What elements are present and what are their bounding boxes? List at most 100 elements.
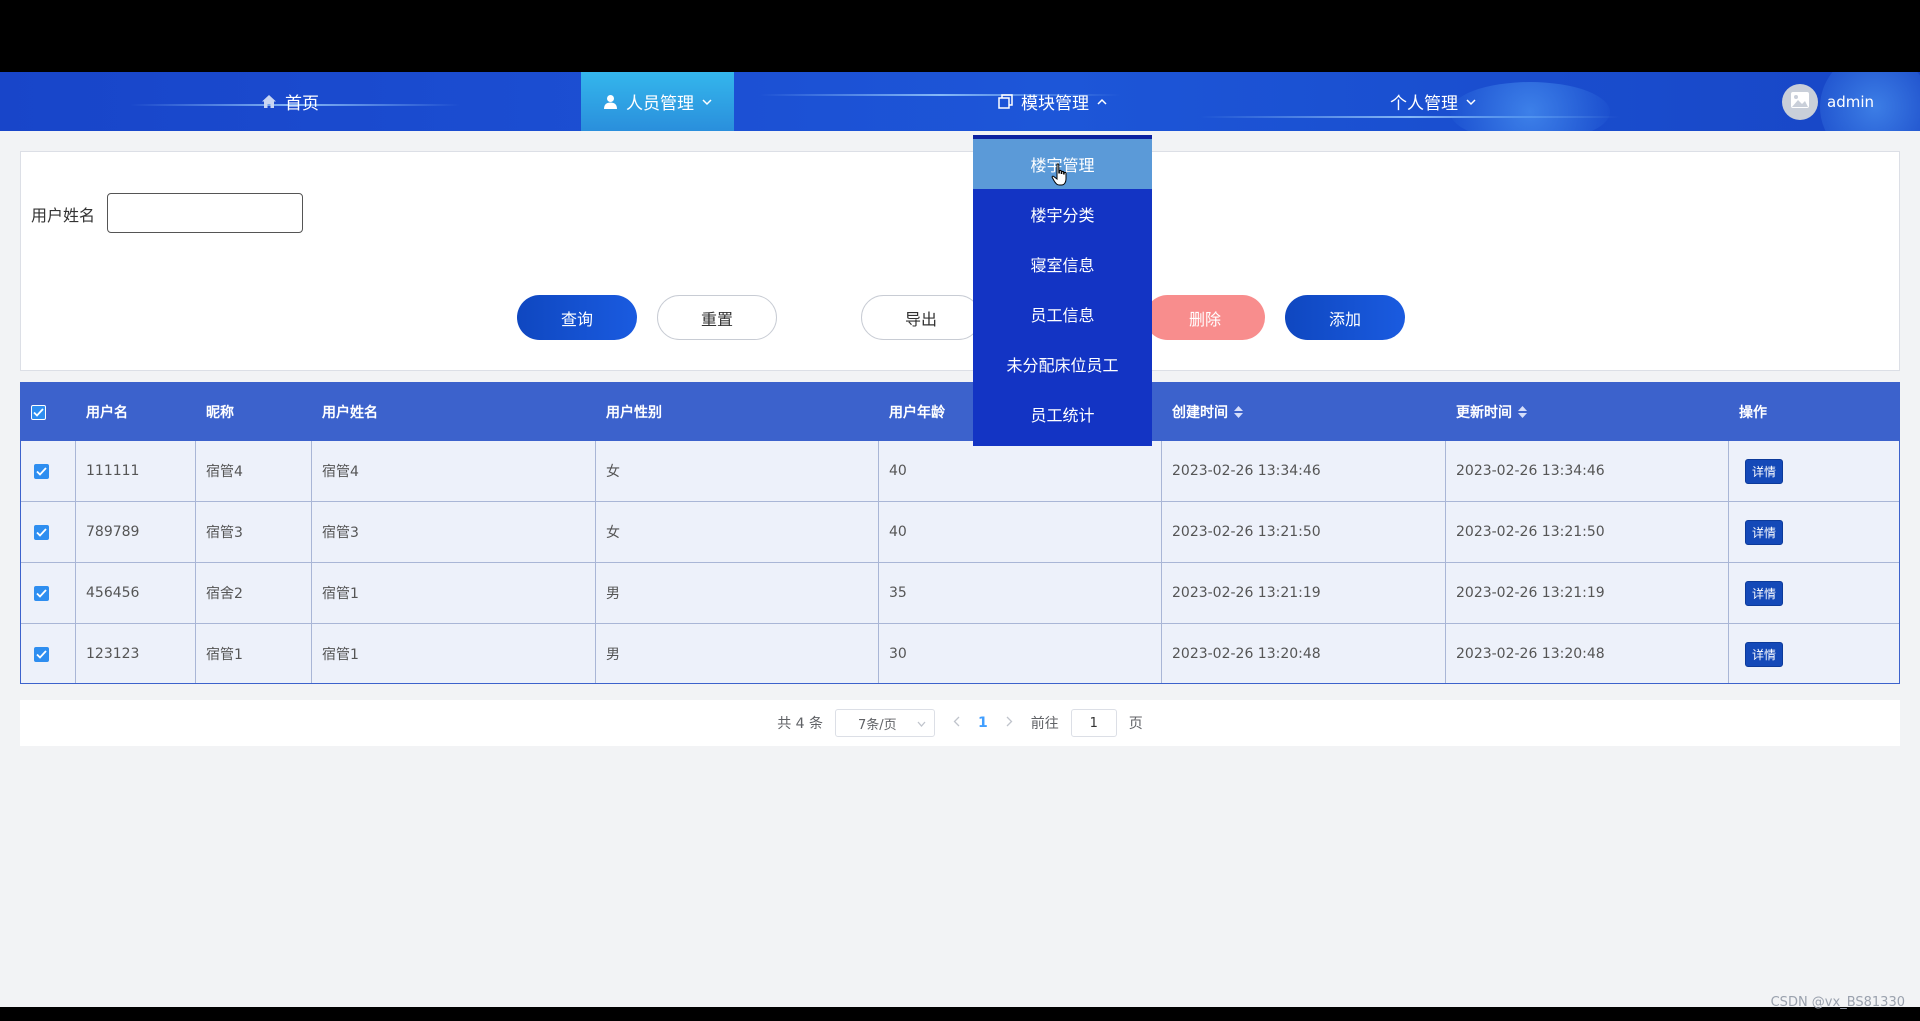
bottom-black-bar: [0, 1007, 1920, 1021]
cell-gender: 女: [606, 525, 620, 541]
delete-button[interactable]: 删除: [1145, 295, 1265, 340]
avatar[interactable]: [1782, 84, 1818, 120]
cell-updated-time: 2023-02-26 13:21:50: [1456, 524, 1605, 540]
header-created-label: 创建时间: [1172, 405, 1228, 421]
cell-created-time: 2023-02-26 13:21:50: [1172, 524, 1321, 540]
checkbox-checked-icon: [34, 585, 49, 601]
cell-age: 35: [889, 585, 907, 601]
user-table: 用户名 昵称 用户姓名 用户性别 用户年龄 创建时间 更新时间 操作 11111…: [20, 382, 1900, 684]
header-created-time[interactable]: 创建时间: [1172, 383, 1243, 441]
cell-updated-time: 2023-02-26 13:34:46: [1456, 463, 1605, 479]
header-actions: 操作: [1739, 405, 1767, 421]
table-row[interactable]: 456456 宿舍2 宿管1 男 35 2023-02-26 13:21:19 …: [21, 563, 1899, 624]
nav-modules-label: 模块管理: [1021, 94, 1089, 114]
cell-created-time: 2023-02-26 13:34:46: [1172, 463, 1321, 479]
pagination: 共 4 条 7条/页 1 前往 1 页: [20, 700, 1900, 746]
row-checkbox[interactable]: [34, 441, 49, 501]
prev-page-icon[interactable]: [953, 715, 960, 731]
main-content: 用户姓名 查询 重置 导出 删除 添加 用户名 昵称 用户姓名 用户性别 用户年…: [0, 131, 1920, 1007]
watermark: CSDN @vx_BS81330: [1770, 995, 1905, 1010]
next-page-icon[interactable]: [1006, 715, 1013, 731]
header-nickname: 昵称: [206, 405, 234, 421]
chevron-down-icon: [1466, 98, 1476, 106]
cell-actions: 详情: [1745, 441, 1784, 501]
checkbox-checked-icon: [31, 404, 46, 420]
menu-item-employee-statistics[interactable]: 员工统计: [973, 389, 1152, 439]
nav-module-management[interactable]: 模块管理: [990, 72, 1115, 131]
detail-button[interactable]: 详情: [1745, 580, 1784, 606]
cell-real-name: 宿管1: [322, 586, 359, 602]
cell-actions: 详情: [1745, 563, 1784, 623]
nav-home-label: 首页: [285, 94, 319, 114]
query-button[interactable]: 查询: [517, 295, 637, 340]
checkbox-checked-icon: [34, 463, 49, 479]
menu-item-building-category[interactable]: 楼宇分类: [973, 189, 1152, 239]
chevron-up-icon: [1097, 98, 1107, 106]
cell-age: 40: [889, 524, 907, 540]
nav-personal-management[interactable]: 个人管理: [1378, 72, 1488, 131]
header-updated-time[interactable]: 更新时间: [1456, 383, 1527, 441]
row-checkbox[interactable]: [34, 563, 49, 623]
hand-cursor-icon: [1051, 163, 1069, 191]
cell-updated-time: 2023-02-26 13:20:48: [1456, 646, 1605, 662]
image-icon: [1790, 91, 1810, 113]
cell-gender: 男: [606, 647, 620, 663]
detail-button[interactable]: 详情: [1745, 641, 1784, 667]
header-username: 用户名: [86, 405, 128, 421]
goto-prefix: 前往: [1030, 716, 1059, 732]
user-menu[interactable]: admin: [1782, 84, 1874, 120]
page-size-select[interactable]: 7条/页: [835, 709, 936, 737]
page-number[interactable]: 1: [978, 715, 988, 731]
cell-nickname: 宿管4: [206, 464, 243, 480]
row-checkbox[interactable]: [34, 624, 49, 684]
cell-age: 30: [889, 646, 907, 662]
table-row[interactable]: 111111 宿管4 宿管4 女 40 2023-02-26 13:34:46 …: [21, 441, 1899, 502]
header-updated-label: 更新时间: [1456, 405, 1512, 421]
cell-actions: 详情: [1745, 502, 1784, 562]
checkbox-checked-icon: [34, 524, 49, 540]
home-icon: [261, 94, 277, 109]
checkbox-checked-icon: [34, 646, 49, 662]
nav-home[interactable]: 首页: [240, 72, 340, 131]
sort-icon[interactable]: [1234, 406, 1243, 418]
detail-button[interactable]: 详情: [1745, 458, 1784, 484]
detail-button[interactable]: 详情: [1745, 519, 1784, 545]
table-row[interactable]: 789789 宿管3 宿管3 女 40 2023-02-26 13:21:50 …: [21, 502, 1899, 563]
chevron-down-icon: [702, 98, 712, 106]
page-size-value: 7条/页: [858, 717, 897, 733]
cell-real-name: 宿管4: [322, 464, 359, 480]
cell-username: 123123: [86, 646, 140, 662]
copy-icon: [998, 94, 1013, 109]
sort-icon[interactable]: [1518, 406, 1527, 418]
table-header: 用户名 昵称 用户姓名 用户性别 用户年龄 创建时间 更新时间 操作: [21, 383, 1899, 441]
cell-username: 456456: [86, 585, 140, 601]
select-all-checkbox[interactable]: [31, 383, 46, 441]
export-button[interactable]: 导出: [861, 295, 981, 340]
add-button[interactable]: 添加: [1285, 295, 1405, 340]
goto-page-input[interactable]: 1: [1070, 709, 1117, 737]
nav-people-management[interactable]: 人员管理: [581, 72, 734, 131]
pager-total: 共 4 条: [777, 716, 824, 732]
cell-age: 40: [889, 463, 907, 479]
menu-item-dorm-info[interactable]: 寝室信息: [973, 239, 1152, 289]
user-name-input[interactable]: [107, 193, 303, 233]
search-panel: 用户姓名 查询 重置 导出 删除 添加: [20, 151, 1900, 371]
cell-nickname: 宿管1: [206, 647, 243, 663]
cell-username: 111111: [86, 463, 140, 479]
cell-actions: 详情: [1745, 624, 1784, 684]
search-label: 用户姓名: [31, 206, 96, 225]
table-row[interactable]: 123123 宿管1 宿管1 男 30 2023-02-26 13:20:48 …: [21, 624, 1899, 685]
chevron-down-icon: [917, 716, 926, 731]
menu-item-unassigned-employees[interactable]: 未分配床位员工: [973, 339, 1152, 389]
cell-nickname: 宿舍2: [206, 586, 243, 602]
header-age: 用户年龄: [889, 405, 945, 421]
reset-button[interactable]: 重置: [657, 295, 777, 340]
header-real-name: 用户姓名: [322, 405, 378, 421]
cell-created-time: 2023-02-26 13:21:19: [1172, 585, 1321, 601]
cell-gender: 女: [606, 464, 620, 480]
row-checkbox[interactable]: [34, 502, 49, 562]
username: admin: [1827, 93, 1874, 111]
goto-suffix: 页: [1128, 716, 1143, 732]
cell-gender: 男: [606, 586, 620, 602]
menu-item-employee-info[interactable]: 员工信息: [973, 289, 1152, 339]
